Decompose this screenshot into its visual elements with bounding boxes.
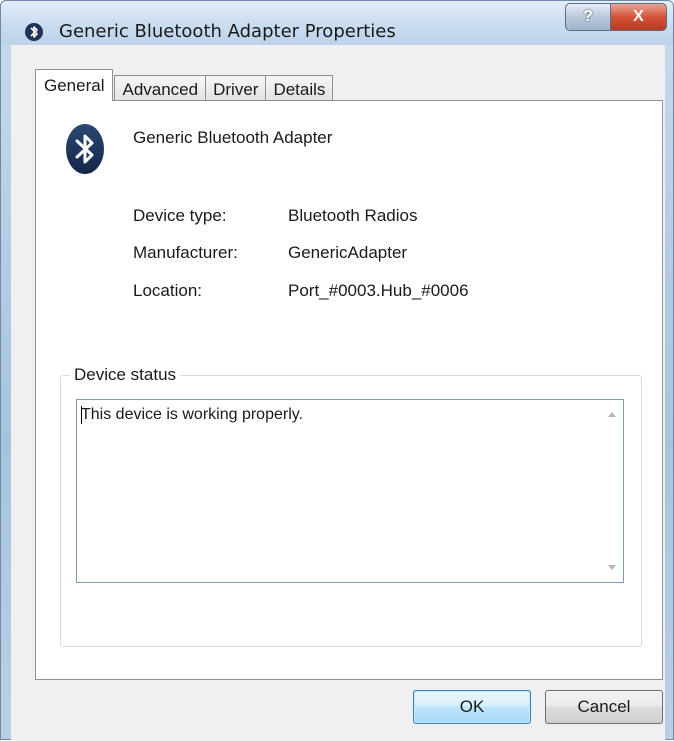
- device-type-value: Bluetooth Radios: [288, 206, 418, 225]
- tab-details[interactable]: Details: [265, 75, 334, 101]
- ok-button[interactable]: OK: [413, 690, 531, 724]
- bluetooth-icon: [25, 23, 43, 41]
- manufacturer-value: GenericAdapter: [288, 243, 408, 262]
- tab-advanced[interactable]: Advanced: [114, 75, 207, 101]
- device-status-title: Device status: [70, 365, 181, 385]
- vertical-scrollbar[interactable]: [601, 400, 623, 582]
- device-status-text: This device is working properly.: [81, 406, 304, 423]
- help-button[interactable]: ?: [565, 3, 611, 31]
- tab-driver[interactable]: Driver: [205, 75, 267, 101]
- manufacturer-label: Manufacturer:: [133, 243, 238, 262]
- location-label: Location:: [133, 281, 202, 300]
- dialog-client-area: General Advanced Driver Details Generic …: [11, 45, 665, 741]
- scroll-down-arrow-icon[interactable]: [608, 565, 616, 570]
- bluetooth-icon: [66, 124, 104, 174]
- cancel-button[interactable]: Cancel: [545, 690, 663, 724]
- close-icon: X: [633, 8, 644, 25]
- close-button[interactable]: X: [611, 3, 667, 31]
- device-name: Generic Bluetooth Adapter: [133, 128, 333, 147]
- scroll-up-arrow-icon[interactable]: [608, 412, 616, 417]
- device-type-label: Device type:: [133, 206, 227, 225]
- tab-general[interactable]: General: [35, 69, 114, 101]
- window-title: Generic Bluetooth Adapter Properties: [59, 21, 396, 42]
- tab-strip: General Advanced Driver Details: [35, 69, 334, 101]
- properties-window: Generic Bluetooth Adapter Properties ? X…: [0, 0, 674, 741]
- general-tab-panel: Generic Bluetooth Adapter Device type: B…: [35, 100, 663, 680]
- location-value: Port_#0003.Hub_#0006: [288, 281, 469, 300]
- title-bar[interactable]: Generic Bluetooth Adapter Properties ? X: [1, 1, 673, 45]
- device-status-textbox[interactable]: This device is working properly.: [76, 399, 624, 583]
- caption-buttons: ? X: [565, 3, 667, 31]
